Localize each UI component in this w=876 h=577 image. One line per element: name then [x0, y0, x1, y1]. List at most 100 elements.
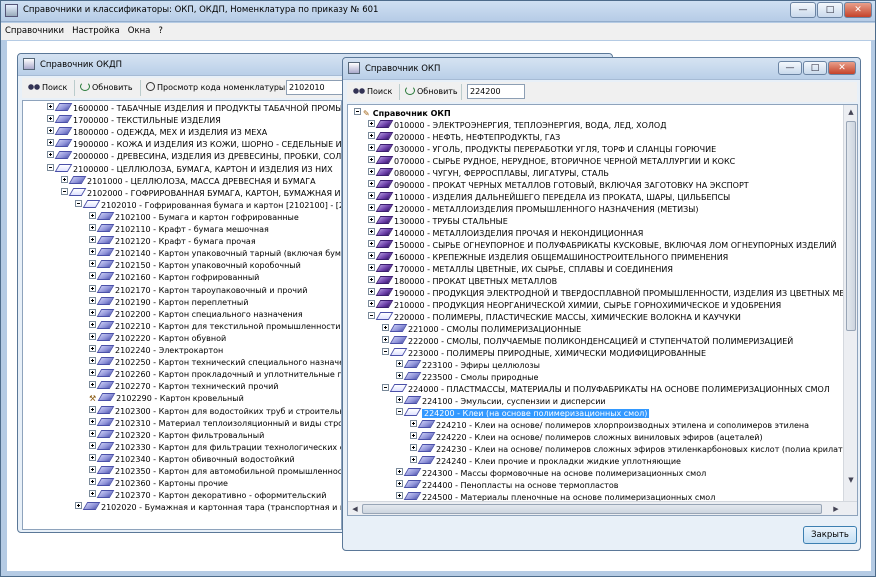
tree-node[interactable]: 2102270 - Картон технический прочий [89, 381, 278, 393]
close-dialog-button[interactable]: Закрыть [803, 526, 857, 544]
okdp-search-button[interactable]: Поиск [28, 81, 67, 94]
tree-node[interactable]: 224240 - Клеи прочие и прокладки жидкие … [410, 456, 681, 468]
expand-toggle-icon[interactable] [89, 453, 96, 461]
scroll-left-arrow-icon[interactable]: ◀ [349, 503, 361, 515]
tree-node[interactable]: 2102010 - Гофрированная бумага и картон … [75, 199, 341, 212]
tree-node[interactable]: 1700000 - ТЕКСТИЛЬНЫЕ ИЗДЕЛИЯ [47, 115, 221, 127]
tree-node[interactable]: 2102340 - Картон обивочный водостойкий [89, 453, 295, 466]
expand-toggle-icon[interactable] [382, 324, 389, 331]
expand-toggle-icon[interactable] [410, 432, 417, 439]
menu-windows[interactable]: Окна [124, 23, 155, 40]
tree-node[interactable]: 120000 - МЕТАЛЛОИЗДЕЛИЯ ПРОМЫШЛЕННОГО НА… [368, 204, 698, 216]
tree-node[interactable]: 150000 - СЫРЬЕ ОГНЕУПОРНОЕ И ПОЛУФАБРИКА… [368, 240, 836, 252]
tree-node[interactable]: 2102300 - Картон для водостойких труб и … [89, 405, 341, 418]
tree-node[interactable]: 010000 - ЭЛЕКТРОЭНЕРГИЯ, ТЕПЛОЭНЕРГИЯ, В… [368, 120, 666, 132]
tree-node[interactable]: 2102150 - Картон упаковочный коробочный [89, 260, 301, 272]
expand-toggle-icon[interactable] [47, 103, 54, 110]
tree-node[interactable]: 220000 - ПОЛИМЕРЫ, ПЛАСТИЧЕСКИЕ МАССЫ, Х… [368, 312, 741, 324]
tree-node[interactable]: 224300 - Массы формовочные на основе пол… [396, 468, 706, 480]
expand-toggle-icon[interactable] [89, 248, 96, 256]
tree-node[interactable]: 020000 - НЕФТЬ, НЕФТЕПРОДУКТЫ, ГАЗ [368, 132, 560, 144]
scroll-down-arrow-icon[interactable]: ▼ [845, 474, 857, 486]
expand-toggle-icon[interactable] [89, 236, 96, 244]
tree-node[interactable]: 223000 - ПОЛИМЕРЫ ПРИРОДНЫЕ, ХИМИЧЕСКИ М… [382, 348, 706, 360]
expand-toggle-icon[interactable] [89, 211, 96, 219]
expand-toggle-icon[interactable] [89, 224, 96, 231]
tree-root[interactable]: ✎ Справочник ОКП [354, 108, 451, 120]
tree-node[interactable]: 221000 - СМОЛЫ ПОЛИМЕРИЗАЦИОННЫЕ [382, 324, 581, 336]
close-button[interactable]: ✕ [844, 2, 872, 18]
tree-node[interactable]: 2102220 - Картон обувной [89, 332, 226, 345]
expand-toggle-icon[interactable] [382, 336, 389, 343]
menu-settings[interactable]: Настройка [68, 23, 124, 40]
tree-node[interactable]: 2102000 - ГОФРИРОВАННАЯ БУМАГА, КАРТОН, … [61, 187, 341, 200]
collapse-toggle-icon[interactable] [354, 108, 361, 115]
expand-toggle-icon[interactable] [368, 288, 375, 295]
expand-toggle-icon[interactable] [89, 405, 96, 413]
horizontal-scrollbar[interactable]: ◀ ▶ [348, 501, 857, 515]
tree-node[interactable]: ⚒ 2102290 - Картон кровельный [89, 393, 244, 405]
expand-toggle-icon[interactable] [410, 456, 417, 463]
tree-node[interactable]: 2102020 - Бумажная и картонная тара (тра… [75, 502, 341, 514]
expand-toggle-icon[interactable] [410, 420, 417, 427]
tree-node[interactable]: 180000 - ПРОКАТ ЦВЕТНЫХ МЕТАЛЛОВ [368, 276, 557, 288]
expand-toggle-icon[interactable] [61, 175, 68, 183]
okp-tree[interactable]: ✎ Справочник ОКП 010000 - ЭЛЕКТРОЭНЕРГИЯ, … [347, 104, 858, 516]
minimize-button[interactable]: — [790, 2, 816, 18]
expand-toggle-icon[interactable] [368, 180, 375, 187]
expand-toggle-icon[interactable] [89, 478, 96, 486]
tree-node[interactable]: 110000 - ИЗДЕЛИЯ ДАЛЬНЕЙШЕГО ПЕРЕДЕЛА ИЗ… [368, 192, 730, 204]
expand-toggle-icon[interactable] [89, 308, 96, 316]
collapse-toggle-icon[interactable] [368, 312, 375, 319]
expand-toggle-icon[interactable] [368, 216, 375, 223]
expand-toggle-icon[interactable] [47, 139, 54, 147]
tree-node[interactable]: 2102210 - Картон для текстильной промышл… [89, 320, 340, 333]
expand-toggle-icon[interactable] [89, 429, 96, 437]
expand-toggle-icon[interactable] [89, 260, 96, 268]
tree-node[interactable]: 170000 - МЕТАЛЛЫ ЦВЕТНЫЕ, ИХ СЫРЬЕ, СПЛА… [368, 264, 673, 276]
tree-node[interactable]: 2102160 - Картон гофрированный [89, 272, 259, 284]
tree-node[interactable]: 210000 - ПРОДУКЦИЯ НЕОРГАНИЧЕСКОЙ ХИМИИ,… [368, 300, 781, 312]
expand-toggle-icon[interactable] [89, 369, 96, 377]
expand-toggle-icon[interactable] [47, 151, 54, 159]
tree-node[interactable]: 2102330 - Картон для фильтрации технолог… [89, 441, 341, 454]
tree-node[interactable]: 1600000 - ТАБАЧНЫЕ ИЗДЕЛИЯ И ПРОДУКТЫ ТА… [47, 103, 341, 115]
okdp-tree[interactable]: 1600000 - ТАБАЧНЫЕ ИЗДЕЛИЯ И ПРОДУКТЫ ТА… [22, 100, 342, 530]
tree-node[interactable]: 2102110 - Крафт - бумага мешочная [89, 224, 269, 236]
expand-toggle-icon[interactable] [89, 284, 96, 292]
tree-node[interactable]: 2100000 - ЦЕЛЛЮЛОЗА, БУМАГА, КАРТОН И ИЗ… [47, 163, 333, 176]
expand-toggle-icon[interactable] [368, 228, 375, 235]
scroll-right-arrow-icon[interactable]: ▶ [830, 503, 842, 515]
expand-toggle-icon[interactable] [89, 320, 96, 328]
view-code-button[interactable]: Просмотр кода номенклатуры [146, 81, 285, 94]
maximize-button[interactable]: □ [817, 2, 843, 18]
expand-toggle-icon[interactable] [368, 276, 375, 283]
okp-maximize-button[interactable]: □ [803, 61, 827, 75]
expand-toggle-icon[interactable] [368, 168, 375, 175]
tree-node[interactable]: 190000 - ПРОДУКЦИЯ ЭЛЕКТРОДНОЙ И ТВЕРДОС… [368, 288, 857, 300]
okp-search-button[interactable]: Поиск [353, 85, 392, 98]
expand-toggle-icon[interactable] [396, 372, 403, 379]
okp-minimize-button[interactable]: — [778, 61, 802, 75]
tree-node[interactable]: 224200 - Клеи (на основе полимеризационн… [396, 408, 650, 420]
expand-toggle-icon[interactable] [89, 345, 96, 352]
tree-node[interactable]: 030000 - УГОЛЬ, ПРОДУКТЫ ПЕРЕРАБОТКИ УГЛ… [368, 144, 716, 156]
expand-toggle-icon[interactable] [89, 441, 96, 449]
expand-toggle-icon[interactable] [396, 468, 403, 475]
collapse-toggle-icon[interactable] [47, 163, 54, 171]
scroll-up-arrow-icon[interactable]: ▲ [845, 106, 857, 118]
expand-toggle-icon[interactable] [47, 127, 54, 135]
expand-toggle-icon[interactable] [89, 417, 96, 425]
vertical-scroll-thumb[interactable] [846, 121, 856, 331]
tree-node[interactable]: 2101000 - ЦЕЛЛЮЛОЗА, МАССА ДРЕВЕСНАЯ И Б… [61, 175, 316, 188]
tree-node[interactable]: 2102200 - Картон специального назначения [89, 308, 303, 321]
tree-node[interactable]: 2102320 - Картон фильтровальный [89, 429, 264, 442]
tree-node[interactable]: 1800000 - ОДЕЖДА, МЕХ И ИЗДЕЛИЯ ИЗ МЕХА [47, 127, 267, 139]
expand-toggle-icon[interactable] [368, 144, 375, 151]
okp-code-input[interactable]: 224200 [467, 84, 525, 99]
tree-node[interactable]: 224000 - ПЛАСТМАССЫ, МАТЕРИАЛЫ И ПОЛУФАБ… [382, 384, 830, 396]
horizontal-scroll-thumb[interactable] [362, 504, 822, 514]
expand-toggle-icon[interactable] [410, 444, 417, 451]
tree-node[interactable]: 2102170 - Картон тароупаковочный и прочи… [89, 284, 307, 297]
tree-node[interactable]: 070000 - СЫРЬЕ РУДНОЕ, НЕРУДНОЕ, ВТОРИЧН… [368, 156, 735, 168]
